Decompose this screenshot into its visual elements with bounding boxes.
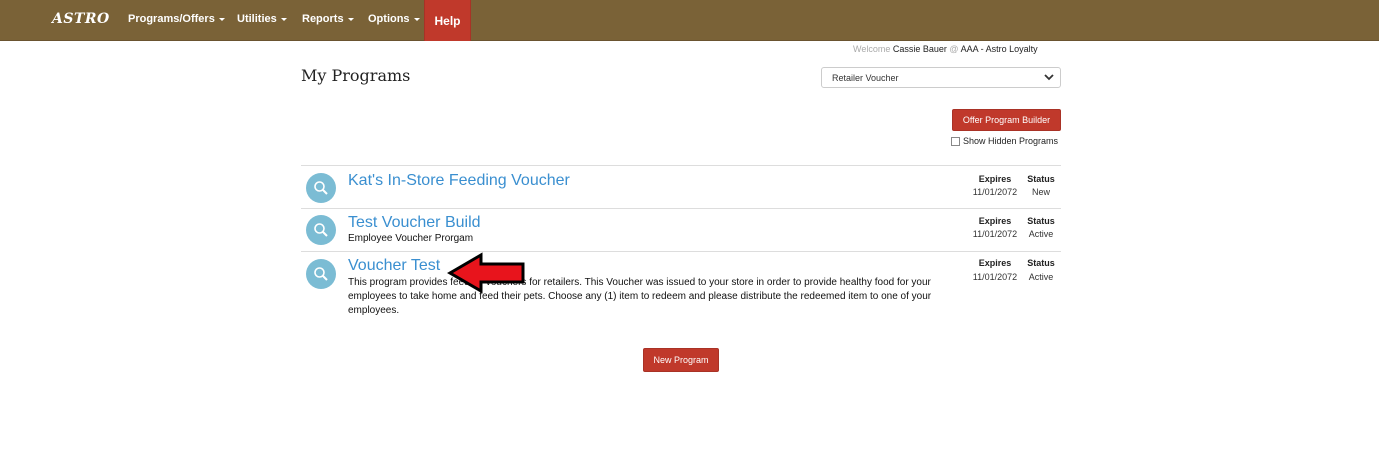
caret-down-icon [347, 17, 354, 21]
new-program-button[interactable]: New Program [643, 348, 719, 372]
welcome-user: Cassie Bauer [892, 44, 947, 54]
program-title-link[interactable]: Test Voucher Build [348, 214, 481, 232]
red-arrow-icon [447, 252, 527, 299]
top-navbar: ASTRO Programs/Offers Utilities Reports … [0, 0, 1379, 41]
brand-logo[interactable]: ASTRO [52, 11, 110, 27]
expires-label: Expires [978, 216, 1012, 226]
program-row: Kat's In-Store Feeding Voucher Expires 1… [301, 165, 1061, 208]
caret-down-icon [413, 17, 420, 21]
program-title-link[interactable]: Voucher Test [348, 257, 440, 275]
help-button[interactable]: Help [424, 0, 471, 41]
search-icon[interactable] [306, 173, 336, 203]
nav-programs-offers[interactable]: Programs/Offers [128, 13, 225, 25]
program-row: Test Voucher Build Employee Voucher Pror… [301, 208, 1061, 251]
expires-date: 11/01/2072 [972, 187, 1018, 197]
welcome-at: @ [949, 44, 959, 54]
offer-program-builder-button[interactable]: Offer Program Builder [952, 109, 1061, 131]
welcome-prefix: Welcome [853, 44, 891, 54]
program-description: Employee Voucher Prorgam [348, 233, 474, 244]
program-title-link[interactable]: Kat's In-Store Feeding Voucher [348, 172, 570, 190]
program-type-select[interactable]: Retailer Voucher [821, 67, 1061, 88]
status-value: Active [1028, 272, 1054, 282]
expires-date: 11/01/2072 [972, 229, 1018, 239]
program-type-value: Retailer Voucher [832, 73, 899, 83]
status-label: Status [1027, 216, 1055, 226]
show-hidden-programs[interactable]: Show Hidden Programs [951, 136, 1058, 146]
caret-down-icon [218, 17, 225, 21]
caret-down-icon [280, 17, 287, 21]
status-value: New [1031, 187, 1050, 197]
welcome-text: Welcome Cassie Bauer @ AAA - Astro Loyal… [853, 44, 1038, 54]
status-label: Status [1027, 174, 1055, 184]
chevron-down-icon [1044, 72, 1054, 85]
expires-label: Expires [978, 258, 1012, 268]
program-row: Voucher Test This program provides feedi… [301, 251, 1061, 326]
search-icon[interactable] [306, 215, 336, 245]
page-title: My Programs [301, 66, 411, 85]
expires-date: 11/01/2072 [972, 272, 1018, 282]
status-value: Active [1028, 229, 1054, 239]
nav-options[interactable]: Options [368, 13, 420, 25]
welcome-org: AAA - Astro Loyalty [960, 44, 1038, 54]
search-icon[interactable] [306, 259, 336, 289]
nav-utilities[interactable]: Utilities [237, 13, 287, 25]
show-hidden-label: Show Hidden Programs [963, 136, 1059, 146]
program-description: This program provides feeding vouchers f… [348, 277, 932, 316]
show-hidden-checkbox[interactable] [951, 136, 960, 146]
expires-label: Expires [978, 174, 1012, 184]
nav-reports[interactable]: Reports [302, 13, 354, 25]
status-label: Status [1027, 258, 1055, 268]
